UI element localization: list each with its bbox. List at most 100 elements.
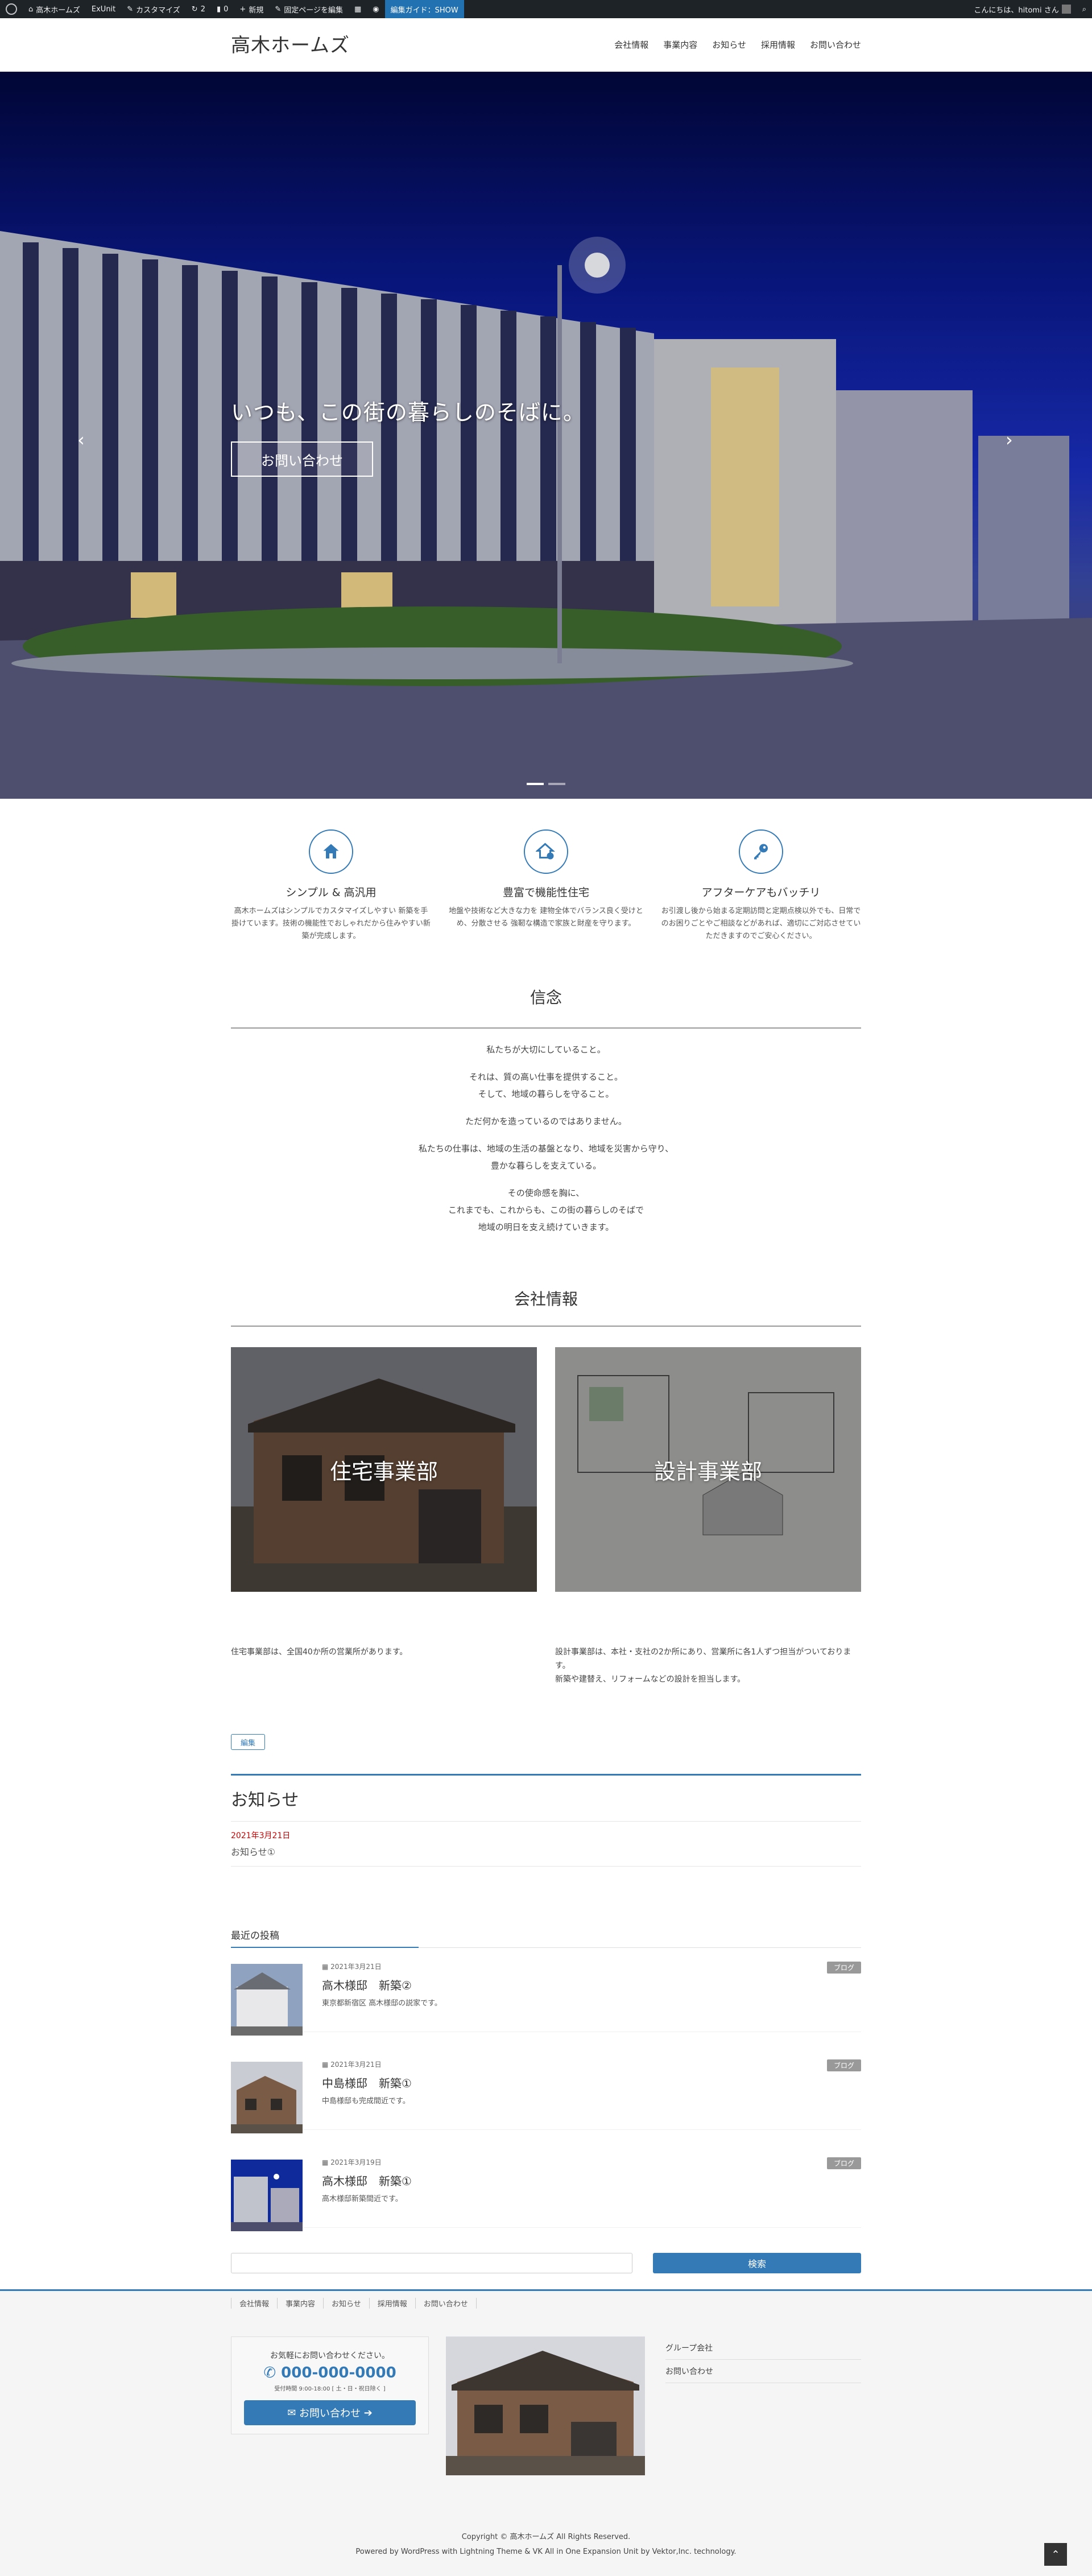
arrow-circle-icon: ➔ xyxy=(361,2406,373,2419)
footer-nav-news[interactable]: お知らせ xyxy=(324,2298,370,2309)
footer-nav: 会社情報 事業内容 お知らせ 採用情報 お問い合わせ xyxy=(231,2298,477,2309)
post-category-badge[interactable]: ブログ xyxy=(826,1962,861,1974)
nav-business[interactable]: 事業内容 xyxy=(663,39,697,51)
phone-icon: ✆ xyxy=(263,2364,282,2381)
calendar-icon: ▦ xyxy=(322,2061,331,2069)
feature-title: シンプル & 高汎用 xyxy=(286,886,377,899)
post-item[interactable]: ▦ 2021年3月21日 高木様邸 新築② 東京都新宿区 高木様邸の説家です。 … xyxy=(231,1947,861,2036)
avatar xyxy=(1061,5,1071,14)
post-item[interactable]: ▦ 2021年3月19日 高木様邸 新築① 高木様邸新築間近です。 ブログ xyxy=(231,2142,861,2231)
feature-title: アフターケアもバッチリ xyxy=(701,886,821,899)
feature-text: お引渡し後から始まる定期訪問と定期点検以外でも、日常でのお困りごとやご相談などが… xyxy=(661,907,861,940)
edit-button[interactable]: 編集 xyxy=(231,1734,265,1750)
slider-dot[interactable] xyxy=(527,783,544,785)
belief-paragraph: 私たちの仕事は、地域の生活の基盤となり、地域を災害から守り、 豊かな暮らしを支えて… xyxy=(418,1143,674,1171)
nav-contact[interactable]: お問い合わせ xyxy=(810,39,861,51)
design-division-card[interactable]: 設計事業部 xyxy=(555,1347,861,1592)
admin-customize-link[interactable]: ✎ カスタマイズ xyxy=(121,0,186,18)
company-divider xyxy=(231,1326,861,1327)
housing-division-label: 住宅事業部 xyxy=(329,1459,438,1484)
footer-nav-company[interactable]: 会社情報 xyxy=(231,2298,278,2309)
slider-prev-icon[interactable]: ‹ xyxy=(77,429,85,451)
belief-title: 信念 xyxy=(530,988,562,1007)
wordpress-logo-icon[interactable] xyxy=(0,0,23,18)
belief-divider xyxy=(231,1027,861,1029)
contact-box: お気軽にお問い合わせください。 ✆ 000-000-0000 受付時間 9:00… xyxy=(231,2336,429,2434)
belief-paragraph: それは、質の高い仕事を提供すること。 そして、地域の暮らしを守ること。 xyxy=(469,1072,623,1099)
post-category-badge[interactable]: ブログ xyxy=(826,2059,861,2071)
footer-nav-recruit[interactable]: 採用情報 xyxy=(370,2298,416,2309)
post-title[interactable]: 中島様邸 新築① xyxy=(322,2074,412,2091)
post-category-badge[interactable]: ブログ xyxy=(826,2157,861,2169)
feature-item: アフターケアもバッチリ お引渡し後から始まる定期訪問と定期点検以外でも、日常での… xyxy=(661,829,861,943)
home-icon: ⌂ xyxy=(28,5,34,14)
news-title: お知らせ xyxy=(231,1776,861,1822)
post-title[interactable]: 高木様邸 新築② xyxy=(322,1976,412,1993)
brush-icon: ✎ xyxy=(127,5,134,14)
post-meta: ▦ 2021年3月21日 xyxy=(322,1963,382,1971)
hero-slider: いつも、この街の暮らしのそばに。 お問い合わせ ‹ › xyxy=(0,72,1092,799)
admin-edit-guide[interactable]: 編集ガイド：SHOW xyxy=(384,0,464,18)
admin-layout-icon[interactable]: ▦ xyxy=(349,0,367,18)
housing-division-card[interactable]: 住宅事業部 xyxy=(231,1347,537,1592)
footer-link-group[interactable]: グループ会社 xyxy=(665,2336,861,2360)
features-section: シンプル & 高汎用 高木ホームズはシンプルでカスタマイズしやすい 新築を手掛け… xyxy=(231,829,861,943)
hero-caption: いつも、この街の暮らしのそばに。 xyxy=(231,400,585,425)
news-section: お知らせ 2021年3月21日 お知らせ① xyxy=(231,1774,861,1867)
nav-recruit[interactable]: 採用情報 xyxy=(761,39,795,51)
footer-link-contact[interactable]: お問い合わせ xyxy=(665,2360,861,2383)
pencil-icon: ✎ xyxy=(275,5,282,14)
slider-dot[interactable] xyxy=(548,783,565,785)
recent-posts-title: 最近の投稿 xyxy=(231,1927,861,1948)
contact-phone[interactable]: ✆ 000-000-0000 xyxy=(231,2364,428,2381)
feature-item: シンプル & 高汎用 高木ホームズはシンプルでカスタマイズしやすい 新築を手掛け… xyxy=(231,829,431,943)
admin-comments-link[interactable]: ▮ 0 xyxy=(211,0,234,18)
slider-next-icon[interactable]: › xyxy=(1006,429,1013,451)
search-input[interactable] xyxy=(231,2253,632,2273)
contact-lead: お気軽にお問い合わせください。 xyxy=(270,2351,390,2360)
contact-hours: 受付時間 9:00-18:00 [ 土・日・祝日除く ] xyxy=(274,2386,386,2392)
powered-by: Powered by WordPress with Lightning Them… xyxy=(355,2548,737,2556)
admin-circle-icon[interactable]: ◉ xyxy=(367,0,384,18)
footer-copyright: Copyright © 高木ホームズ All Rights Reserved. … xyxy=(0,2530,1092,2560)
house-gear-icon xyxy=(524,829,568,874)
back-to-top-button[interactable]: ⌃ xyxy=(1044,2543,1067,2566)
site-logo[interactable]: 高木ホームズ xyxy=(231,30,350,57)
admin-updates-link[interactable]: ↻ 2 xyxy=(186,0,211,18)
hero-contact-button[interactable]: お問い合わせ xyxy=(231,441,373,477)
belief-paragraph: その使命感を胸に、 これまでも、これからも、この街の暮らしのそばで 地域の明日を支え… xyxy=(448,1188,644,1232)
admin-exunit-link[interactable]: ExUnit xyxy=(86,0,121,18)
nav-news[interactable]: お知らせ xyxy=(712,39,746,51)
admin-new-link[interactable]: + 新規 xyxy=(234,0,269,18)
feature-title: 豊富で機能性住宅 xyxy=(502,886,589,899)
footer-nav-contact[interactable]: お問い合わせ xyxy=(416,2298,477,2309)
footer-links: グループ会社 お問い合わせ xyxy=(665,2336,861,2383)
post-item[interactable]: ▦ 2021年3月21日 中島様邸 新築① 中島様邸も完成間近です。 ブログ xyxy=(231,2045,861,2133)
footer-nav-business[interactable]: 事業内容 xyxy=(278,2298,324,2309)
hero-night-building-image xyxy=(0,72,1092,799)
post-excerpt: 中島様邸も完成間近です。 xyxy=(322,2097,410,2106)
news-item-link[interactable]: お知らせ① xyxy=(231,1844,861,1867)
admin-bar: ⌂ 高木ホームズ ExUnit ✎ カスタマイズ ↻ 2 ▮ 0 + 新規 ✎ 固定ページを… xyxy=(0,0,1092,18)
design-division-label: 設計事業部 xyxy=(653,1459,762,1484)
refresh-icon: ↻ xyxy=(191,5,198,14)
news-date: 2021年3月21日 xyxy=(231,1831,291,1840)
post-title[interactable]: 高木様邸 新築① xyxy=(322,2172,412,2189)
company-title: 会社情報 xyxy=(514,1290,578,1308)
calendar-icon: ▦ xyxy=(322,2158,331,2166)
post-thumbnail[interactable] xyxy=(231,2062,303,2133)
slider-pagination xyxy=(527,783,565,785)
nav-company[interactable]: 会社情報 xyxy=(614,39,648,51)
site-footer: 会社情報 事業内容 お知らせ 採用情報 お問い合わせ お気軽にお問い合わせくださ… xyxy=(0,2289,1092,2576)
search-button[interactable]: 検索 xyxy=(653,2253,861,2273)
post-meta: ▦ 2021年3月21日 xyxy=(322,2061,382,2069)
admin-site-link[interactable]: ⌂ 高木ホームズ xyxy=(23,0,86,18)
post-thumbnail[interactable] xyxy=(231,1964,303,2036)
key-icon xyxy=(739,829,783,874)
contact-mail-button[interactable]: ✉ お問い合わせ ➔ xyxy=(244,2400,416,2425)
admin-user-greeting[interactable]: こんにちは、hitomi さん xyxy=(968,0,1076,18)
belief-paragraph: ただ何かを造っているのではありません。 xyxy=(465,1116,627,1126)
post-thumbnail[interactable] xyxy=(231,2160,303,2231)
admin-edit-page-link[interactable]: ✎ 固定ページを編集 xyxy=(269,0,349,18)
admin-search-icon[interactable]: ⌕ xyxy=(1077,0,1092,18)
